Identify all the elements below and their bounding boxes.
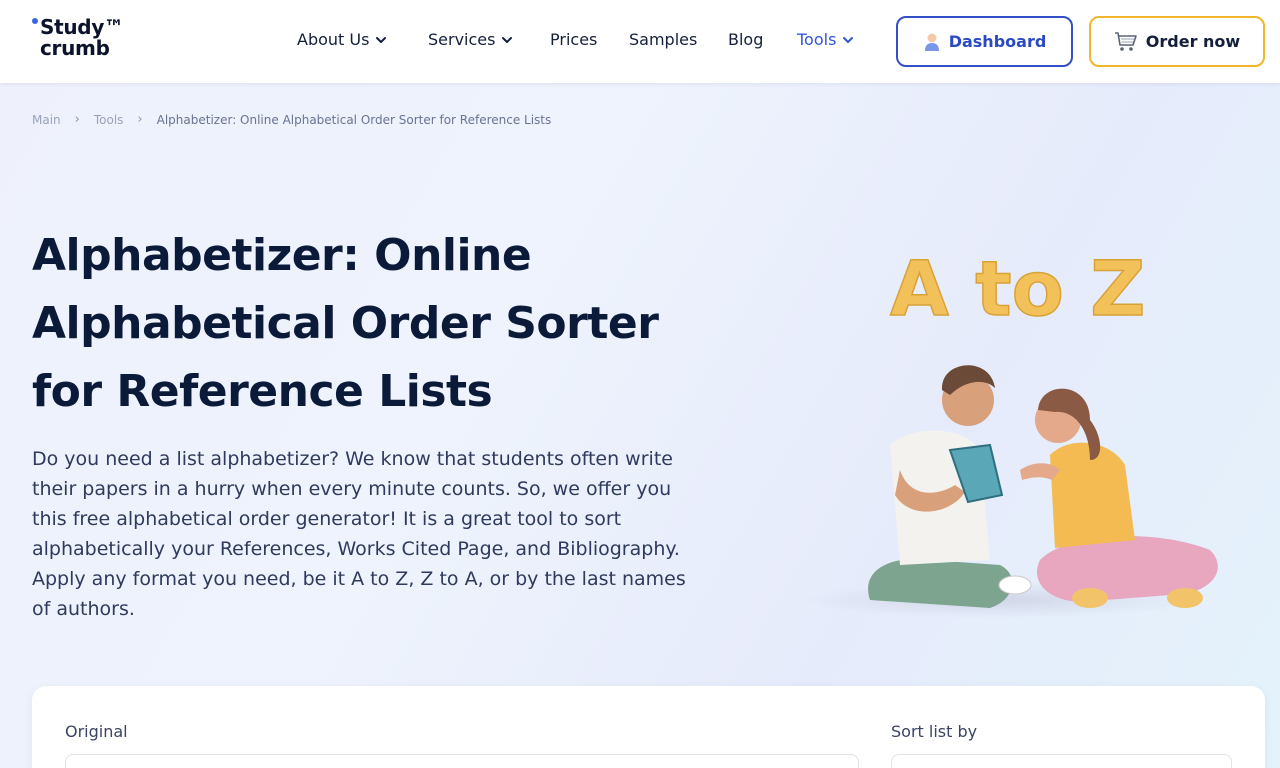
- nav-samples[interactable]: Samples: [629, 30, 697, 49]
- nav-tools[interactable]: Tools: [797, 30, 854, 49]
- nav-services-label: Services: [428, 30, 496, 49]
- chevron-down-icon: [502, 36, 513, 43]
- atoz-text: A to Z: [890, 244, 1145, 333]
- user-icon: [924, 33, 939, 51]
- breadcrumb-tools[interactable]: Tools: [94, 113, 124, 127]
- nav-services[interactable]: Services: [428, 30, 513, 49]
- nav-blog[interactable]: Blog: [728, 30, 763, 49]
- chevron-down-icon: [843, 36, 854, 43]
- logo-line1: Study™: [40, 15, 124, 39]
- dashboard-button[interactable]: Dashboard: [896, 16, 1073, 67]
- original-textarea[interactable]: [65, 754, 859, 768]
- page-title: Alphabetizer: Online Alphabetical Order …: [32, 230, 659, 417]
- chevron-right-icon: ›: [74, 112, 80, 127]
- nav-prices[interactable]: Prices: [550, 30, 597, 49]
- breadcrumb-main[interactable]: Main: [32, 113, 61, 127]
- order-now-button[interactable]: Order now: [1089, 16, 1265, 67]
- chevron-right-icon: ›: [137, 112, 143, 127]
- site-header: Study™ crumb About Us Services Prices Sa…: [0, 0, 1280, 83]
- students-illustration: A to Z: [800, 243, 1218, 618]
- breadcrumb-current: Alphabetizer: Online Alphabetical Order …: [156, 112, 552, 127]
- nav-samples-label: Samples: [629, 30, 698, 49]
- nav-prices-label: Prices: [550, 30, 598, 49]
- hero-description: Do you need a list alphabetizer? We know…: [32, 448, 686, 620]
- breadcrumb: Main › Tools › Alphabetizer: Online Alph…: [32, 112, 551, 127]
- sort-list-select[interactable]: [891, 754, 1232, 768]
- nav-about-us[interactable]: About Us: [297, 30, 387, 49]
- chevron-down-icon: [376, 36, 387, 43]
- logo[interactable]: Study™ crumb: [32, 16, 142, 64]
- logo-dot: [32, 18, 38, 24]
- original-label: Original: [65, 722, 128, 741]
- sort-list-by-label: Sort list by: [891, 722, 978, 741]
- nav-blog-label: Blog: [728, 30, 764, 49]
- dashboard-button-label: Dashboard: [948, 32, 1047, 51]
- nav-about-us-label: About Us: [297, 30, 370, 49]
- logo-line2: crumb: [40, 36, 110, 60]
- order-now-button-label: Order now: [1145, 32, 1241, 51]
- cart-icon: [1114, 31, 1137, 51]
- nav-tools-label: Tools: [797, 30, 837, 49]
